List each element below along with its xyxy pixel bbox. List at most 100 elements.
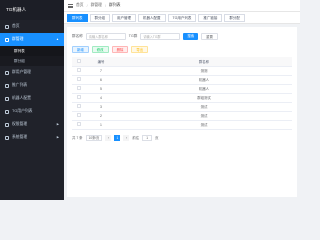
sidebar-item-promotion[interactable]: 推广列表 xyxy=(0,79,64,92)
chevron-right-icon: ▶ xyxy=(56,122,59,126)
sidebar-item-label: 群用户管理 xyxy=(12,70,31,74)
sidebar-item-label: 群管理 xyxy=(12,37,24,41)
column-header-no: 编号 xyxy=(86,57,116,67)
top-header: 首页 / 群管理 / 群列表 xyxy=(64,0,300,12)
select-all-checkbox[interactable] xyxy=(77,59,81,63)
cell-no: 7 xyxy=(86,66,116,76)
link-icon xyxy=(5,83,9,88)
tab-bot-config[interactable]: 机器人配置 xyxy=(138,13,166,22)
cell-no: 5 xyxy=(86,84,116,94)
tab-group-category[interactable]: 群分组 xyxy=(89,13,110,22)
row-checkbox[interactable] xyxy=(77,113,81,117)
sidebar-item-group-management[interactable]: 群管理 ▲ xyxy=(0,33,64,46)
cell-no: 4 xyxy=(86,93,116,103)
users-icon xyxy=(5,109,9,114)
action-bar: 新增 修改 删除 导出 xyxy=(72,45,292,53)
sidebar-item-label: 机器人配置 xyxy=(12,96,31,100)
cell-name: 机器人 xyxy=(116,75,292,85)
sidebar-item-label: 首页 xyxy=(12,24,20,28)
breadcrumb-separator: / xyxy=(86,3,88,8)
tg-group-label: TG群 xyxy=(128,33,138,38)
cell-no: 3 xyxy=(86,102,116,112)
table-header-row: 编号 群名称 xyxy=(72,57,292,67)
add-button[interactable]: 新增 xyxy=(72,45,89,53)
row-select-cell xyxy=(72,120,86,130)
table-row: 5 机器人 xyxy=(72,84,292,94)
tg-group-input[interactable]: 请输入TG群 xyxy=(140,32,181,40)
sidebar-item-group-users[interactable]: 群用户管理 xyxy=(0,66,64,79)
sidebar-item-bot-config[interactable]: 机器人配置 xyxy=(0,92,64,105)
sidebar-item-group-category[interactable]: 群分组 xyxy=(0,56,64,66)
cell-name: 测测 xyxy=(116,66,292,76)
sidebar: TG机器人 首页 群管理 ▲ 群列表 群分组 群用户管理 推广列表 机器人配置 … xyxy=(0,0,64,200)
goto-label: 前往 xyxy=(132,136,140,140)
group-name-input[interactable]: 请输入群名称 xyxy=(85,32,126,40)
row-checkbox[interactable] xyxy=(77,122,81,126)
table-row: 6 机器人 xyxy=(72,75,292,85)
page-number-button[interactable]: 1 xyxy=(114,134,121,141)
breadcrumb-group-management[interactable]: 群管理 xyxy=(91,3,102,8)
user-icon xyxy=(5,70,9,75)
goto-page-input[interactable]: 1 xyxy=(142,134,153,141)
row-checkbox[interactable] xyxy=(77,104,81,108)
goto-suffix: 页 xyxy=(155,136,159,140)
row-select-cell xyxy=(72,93,86,103)
tab-tg-users[interactable]: TG用户列表 xyxy=(167,13,197,22)
prev-page-button[interactable]: ‹ xyxy=(105,134,112,141)
breadcrumb-separator: / xyxy=(104,3,106,8)
group-table: 编号 群名称 7 测测 6 机器人 5 机器人 4 群组测试 3 测试 2 测试… xyxy=(72,57,292,130)
row-checkbox[interactable] xyxy=(77,86,81,90)
sidebar-item-label: 系统管理 xyxy=(12,135,28,139)
chevron-up-icon: ▲ xyxy=(56,37,59,41)
row-checkbox[interactable] xyxy=(77,95,81,99)
main-content: 群名称 请输入群名称 TG群 请输入TG群 搜索 重置 新增 修改 删除 导出 … xyxy=(67,27,297,197)
cell-name: 测试 xyxy=(116,111,292,121)
app-title: TG机器人 xyxy=(0,0,64,20)
tags-view: 群列表 群分组 用户管理 机器人配置 TG用户列表 推广链接 群分配 xyxy=(64,12,300,24)
next-page-button[interactable]: › xyxy=(123,134,130,141)
row-select-cell xyxy=(72,66,86,76)
table-row: 2 测试 xyxy=(72,111,292,121)
pagination-total: 共 7 条 xyxy=(72,136,83,140)
breadcrumb-home[interactable]: 首页 xyxy=(76,3,84,8)
edit-button[interactable]: 修改 xyxy=(91,45,109,53)
sidebar-item-tg-users[interactable]: TG用户列表 xyxy=(0,105,64,118)
tab-promo-links[interactable]: 推广链接 xyxy=(198,13,223,22)
sidebar-item-label: 权限管理 xyxy=(12,122,28,126)
row-select-cell xyxy=(72,111,86,121)
tab-user-management[interactable]: 用户管理 xyxy=(112,13,136,22)
cell-name: 群组测试 xyxy=(116,93,292,103)
tab-group-assign[interactable]: 群分配 xyxy=(224,13,245,22)
column-header-name: 群名称 xyxy=(116,57,292,67)
breadcrumb-group-list: 群列表 xyxy=(108,3,121,7)
cell-name: 测试 xyxy=(116,120,292,130)
gear-icon xyxy=(5,135,9,140)
home-icon xyxy=(5,24,9,29)
tab-group-list[interactable]: 群列表 xyxy=(67,13,88,22)
cell-no: 1 xyxy=(86,120,116,130)
row-checkbox[interactable] xyxy=(77,77,81,81)
search-button[interactable]: 搜索 xyxy=(183,32,199,40)
sidebar-item-group-list[interactable]: 群列表 xyxy=(0,46,64,56)
page-size-select[interactable]: 10条/页 xyxy=(85,134,103,141)
robot-icon xyxy=(5,96,9,101)
table-row: 1 测试 xyxy=(72,120,292,130)
pagination: 共 7 条 10条/页 ‹ 1 › 前往 1 页 xyxy=(72,134,292,141)
filter-bar: 群名称 请输入群名称 TG群 请输入TG群 搜索 重置 xyxy=(72,31,292,41)
row-checkbox[interactable] xyxy=(77,68,81,72)
row-select-cell xyxy=(72,84,86,94)
sidebar-item-home[interactable]: 首页 xyxy=(0,20,64,33)
table-row: 4 群组测试 xyxy=(72,93,292,103)
delete-button[interactable]: 删除 xyxy=(111,45,129,53)
grid-icon xyxy=(5,37,9,42)
cell-name: 测试 xyxy=(116,102,292,112)
sidebar-item-system[interactable]: 系统管理 ▶ xyxy=(0,131,64,144)
reset-button[interactable]: 重置 xyxy=(201,32,218,40)
sidebar-item-label: 推广列表 xyxy=(12,83,28,87)
sidebar-item-label: TG用户列表 xyxy=(12,109,33,113)
menu-toggle-icon[interactable] xyxy=(68,3,73,8)
cell-no: 6 xyxy=(86,75,116,85)
sidebar-item-permissions[interactable]: 权限管理 ▶ xyxy=(0,118,64,131)
table-row: 7 测测 xyxy=(72,66,292,76)
export-button[interactable]: 导出 xyxy=(131,45,149,53)
